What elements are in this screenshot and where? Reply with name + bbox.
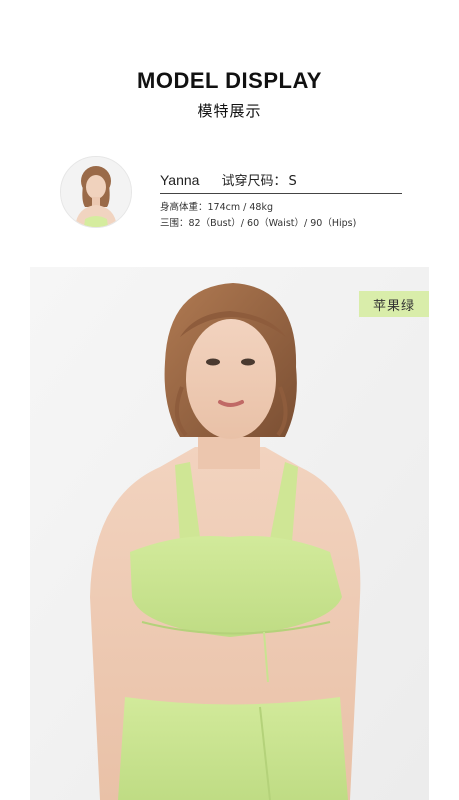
color-tag: 苹果绿 [359,291,429,317]
model-info: Yanna 试穿尺码： S 身高体重：174cm / 48kg 三围：82（Bu… [160,170,402,229]
name-size-row: Yanna 试穿尺码： S [160,170,402,194]
model-photo: 苹果绿 [30,267,429,800]
measurements: 三围：82（Bust）/ 60（Waist）/ 90（Hips) [160,218,357,229]
page-title: MODEL DISPLAY [137,68,322,93]
size-label: 试穿尺码： [221,174,287,189]
size-value: S [288,174,297,189]
page-subtitle: 模特展示 [197,102,262,120]
height-weight: 身高体重：174cm / 48kg [160,202,273,213]
model-name: Yanna [160,172,200,188]
model-photo-illustration [30,267,429,800]
model-avatar [60,156,132,228]
